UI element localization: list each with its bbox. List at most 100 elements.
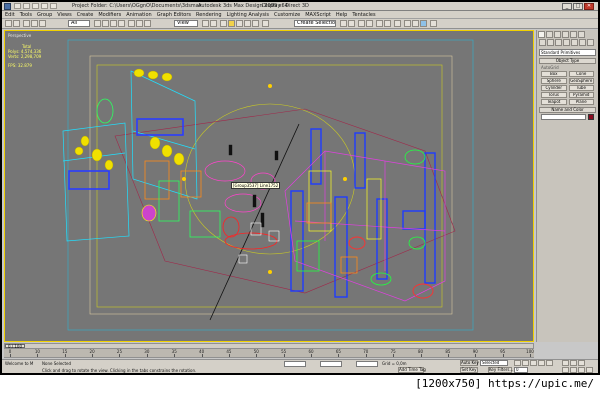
teapot-button[interactable]: Teapot xyxy=(541,99,567,105)
undo-toolbar-icon[interactable] xyxy=(5,20,12,27)
keyboard-shortcut-override-icon[interactable] xyxy=(220,20,227,27)
cylinder-button[interactable]: Cylinder xyxy=(541,85,567,91)
menu-graph-editors[interactable]: Graph Editors xyxy=(157,12,191,18)
hierarchy-tab-icon[interactable] xyxy=(554,31,561,38)
window-crossing-icon[interactable] xyxy=(118,20,125,27)
maximize-viewport-icon[interactable] xyxy=(586,367,593,373)
zoom-all-icon[interactable] xyxy=(570,360,577,366)
named-selection-set-dropdown[interactable]: Create Selection Set xyxy=(294,20,336,27)
pan-view-icon[interactable] xyxy=(570,367,577,373)
set-key-button[interactable]: Set Key xyxy=(460,367,478,373)
zoom-extents-icon[interactable] xyxy=(578,360,585,366)
viewport-label[interactable]: Perspective xyxy=(8,33,31,38)
torus-button[interactable]: Torus xyxy=(541,92,567,98)
menu-maxscript[interactable]: MAXScript xyxy=(305,12,331,18)
undo-icon[interactable] xyxy=(41,3,48,9)
cameras-icon[interactable] xyxy=(563,39,570,46)
unlink-icon[interactable] xyxy=(31,20,38,27)
lights-icon[interactable] xyxy=(555,39,562,46)
go-to-start-icon[interactable] xyxy=(514,360,521,366)
schematic-view-icon[interactable] xyxy=(384,20,391,27)
primitive-category-dropdown[interactable]: Standard Primitives xyxy=(539,49,596,56)
align-icon[interactable] xyxy=(348,20,355,27)
select-object-icon[interactable] xyxy=(94,20,101,27)
menu-customize[interactable]: Customize xyxy=(274,12,300,18)
display-tab-icon[interactable] xyxy=(570,31,577,38)
menu-modifiers[interactable]: Modifiers xyxy=(98,12,121,18)
menu-rendering[interactable]: Rendering xyxy=(196,12,222,18)
orbit-icon[interactable] xyxy=(578,367,585,373)
menu-views[interactable]: Views xyxy=(57,12,71,18)
next-frame-icon[interactable] xyxy=(538,360,545,366)
new-file-icon[interactable] xyxy=(14,3,21,9)
menu-lighting-analysis[interactable]: Lighting Analysis xyxy=(227,12,269,18)
previous-frame-icon[interactable] xyxy=(522,360,529,366)
menu-animation[interactable]: Animation xyxy=(126,12,152,18)
name-and-color-rollout[interactable]: Name and Color xyxy=(539,107,596,113)
zoom-icon[interactable] xyxy=(562,360,569,366)
curve-editor-icon[interactable] xyxy=(376,20,383,27)
menu-tentacles[interactable]: Tentacles xyxy=(352,12,375,18)
plane-button[interactable]: Plane xyxy=(568,99,594,105)
pivot-center-icon[interactable] xyxy=(202,20,209,27)
material-editor-icon[interactable] xyxy=(394,20,401,27)
geosphere-button[interactable]: GeoSphere xyxy=(568,78,594,84)
selection-filter-dropdown[interactable]: All xyxy=(68,20,90,27)
menu-tools[interactable]: Tools xyxy=(20,12,32,18)
utilities-tab-icon[interactable] xyxy=(578,31,585,38)
redo-icon[interactable] xyxy=(50,3,57,9)
maximize-button[interactable]: □ xyxy=(573,3,583,10)
save-file-icon[interactable] xyxy=(32,3,39,9)
angle-snap-icon[interactable] xyxy=(236,20,243,27)
select-manipulate-icon[interactable] xyxy=(210,20,217,27)
rectangular-selection-icon[interactable] xyxy=(110,20,117,27)
select-move-icon[interactable] xyxy=(128,20,135,27)
menu-group[interactable]: Group xyxy=(37,12,52,18)
menu-create[interactable]: Create xyxy=(77,12,94,18)
bind-space-warp-icon[interactable] xyxy=(39,20,46,27)
select-by-name-icon[interactable] xyxy=(102,20,109,27)
reference-coordinate-dropdown[interactable]: View xyxy=(174,20,198,27)
layer-manager-icon[interactable] xyxy=(358,20,365,27)
menu-edit[interactable]: Edit xyxy=(5,12,15,18)
track-bar[interactable]: 0 10 15 20 25 30 35 40 45 50 55 60 65 70 75 80 85 90 95 100 xyxy=(4,349,534,358)
perspective-viewport[interactable]: Perspective Total Polys: 4,574,336 Verts… xyxy=(4,30,534,342)
select-scale-icon[interactable] xyxy=(144,20,151,27)
object-type-rollout[interactable]: Object Type xyxy=(539,58,596,64)
app-logo-icon[interactable] xyxy=(4,3,11,10)
open-file-icon[interactable] xyxy=(23,3,30,9)
render-production-icon[interactable] xyxy=(430,20,437,27)
snaps-toggle-icon[interactable] xyxy=(228,20,235,27)
auto-key-button[interactable]: Auto Key xyxy=(460,360,479,366)
mirror-icon[interactable] xyxy=(340,20,347,27)
close-button[interactable]: ✕ xyxy=(584,3,594,10)
tube-button[interactable]: Tube xyxy=(568,85,594,91)
shapes-icon[interactable] xyxy=(547,39,554,46)
space-warps-icon[interactable] xyxy=(579,39,586,46)
cone-button[interactable]: Cone xyxy=(568,71,594,77)
x-coordinate-field[interactable] xyxy=(284,361,306,367)
graphite-ribbon-icon[interactable] xyxy=(366,20,373,27)
edit-named-selection-icon[interactable] xyxy=(262,20,269,27)
z-coordinate-field[interactable] xyxy=(356,361,378,367)
y-coordinate-field[interactable] xyxy=(320,361,342,367)
percent-snap-icon[interactable] xyxy=(244,20,251,27)
box-button[interactable]: Box xyxy=(541,71,567,77)
helpers-icon[interactable] xyxy=(571,39,578,46)
time-slider-thumb[interactable]: 0 / 100 xyxy=(5,344,25,349)
key-filters-button[interactable]: Key Filters... xyxy=(488,367,513,373)
go-to-end-icon[interactable] xyxy=(546,360,553,366)
object-name-field[interactable] xyxy=(541,114,586,120)
motion-tab-icon[interactable] xyxy=(562,31,569,38)
key-filter-dropdown[interactable]: Selected xyxy=(480,360,508,366)
minimize-button[interactable]: _ xyxy=(562,3,572,10)
select-rotate-icon[interactable] xyxy=(136,20,143,27)
play-icon[interactable] xyxy=(530,360,537,366)
render-setup-icon[interactable] xyxy=(404,20,411,27)
quick-render-icon[interactable] xyxy=(420,20,427,27)
select-link-icon[interactable] xyxy=(23,20,30,27)
modify-tab-icon[interactable] xyxy=(546,31,553,38)
systems-icon[interactable] xyxy=(587,39,594,46)
field-of-view-icon[interactable] xyxy=(562,367,569,373)
spinner-snap-icon[interactable] xyxy=(252,20,259,27)
